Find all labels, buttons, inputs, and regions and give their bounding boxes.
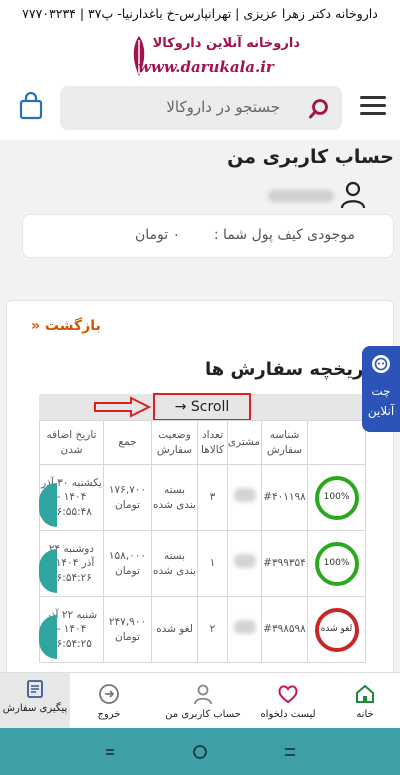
order-tracking-icon — [27, 680, 43, 698]
nav-wishlist[interactable]: لیست دلخواه — [250, 673, 326, 729]
logo-url: www.darukala.ir — [138, 58, 274, 76]
user-icon — [194, 684, 212, 705]
back-link[interactable]: بازگشت « — [31, 318, 101, 334]
logout-icon — [99, 684, 119, 704]
user-avatar-icon — [340, 181, 366, 209]
item-count: ۲ — [197, 596, 228, 663]
wallet-value: ۰ تومان — [135, 227, 181, 243]
nav-label: خانه — [356, 709, 374, 720]
order-total: ۲۴۷,۹۰۰ تومان — [103, 596, 152, 663]
order-total: ۱۷۶,۷۰۰ تومان — [103, 464, 152, 531]
chat-label-1: چت — [371, 384, 391, 398]
back-label: بازگشت — [44, 318, 101, 334]
nav-order-tracking[interactable]: پیگیری سفارش — [0, 673, 70, 729]
order-id: #۴۰۱۱۹۸ — [261, 464, 308, 531]
heart-icon — [278, 685, 298, 704]
customer-cell — [227, 596, 262, 663]
wallet-balance: موجودی کیف پول شما : ۰ تومان — [22, 214, 394, 258]
order-status: بسته بندی شده — [151, 464, 198, 531]
support-chat-icon — [372, 355, 390, 373]
nav-account[interactable]: حساب کاربری من — [160, 673, 246, 729]
table-row[interactable]: 100% #۳۹۹۳۵۴ ۱ بسته بندی شده ۱۵۸,۰۰۰ توم… — [39, 530, 366, 597]
order-history-title: تاریخچه سفارش ها — [205, 359, 377, 380]
nav-label: پیگیری سفارش — [2, 703, 68, 714]
system-navigation-bar — [0, 728, 400, 775]
scroll-hint: → Scroll — [153, 393, 251, 421]
column-header: جمع — [103, 420, 152, 465]
search-box[interactable]: جستجو در داروکالا — [60, 86, 342, 130]
column-header: تاریخ اضافه شدن — [39, 420, 104, 465]
nav-label: لیست دلخواه — [260, 709, 316, 720]
table-header-row: شناسه سفارش مشتری تعداد کالاها وضعیت سفا… — [39, 420, 366, 465]
column-header: شناسه سفارش — [261, 420, 308, 465]
site-logo[interactable]: داروخانه آنلاین داروکالا www.darukala.ir — [120, 32, 300, 82]
back-icon[interactable] — [100, 742, 120, 762]
column-header: وضعیت سفارش — [151, 420, 198, 465]
order-id: #۳۹۸۵۹۸ — [261, 596, 308, 663]
recent-apps-icon[interactable] — [280, 742, 300, 762]
orders-table: شناسه سفارش مشتری تعداد کالاها وضعیت سفا… — [39, 420, 366, 663]
double-chevron-icon: « — [31, 318, 41, 334]
order-status: بسته بندی شده — [151, 530, 198, 597]
store-address: داروخانه دکتر زهرا عزیزی | تهرانپارس-خ ب… — [22, 6, 378, 21]
top-bar: داروخانه دکتر زهرا عزیزی | تهرانپارس-خ ب… — [0, 0, 400, 140]
online-chat-button[interactable]: چت آنلاین — [362, 346, 400, 432]
order-status: لغو شده — [151, 596, 198, 663]
column-header-status — [307, 420, 366, 465]
customer-cell — [227, 464, 262, 531]
chat-label-2: آنلاین — [367, 404, 395, 418]
column-header: تعداد کالاها — [197, 420, 228, 465]
nav-logout[interactable]: خروج — [74, 673, 144, 729]
status-ring: 100% — [314, 541, 359, 586]
home-icon — [356, 684, 374, 703]
order-id: #۳۹۹۳۵۴ — [261, 530, 308, 597]
home-circle-icon[interactable] — [190, 742, 210, 762]
nav-label: خروج — [97, 709, 121, 720]
user-name-blurred — [268, 190, 334, 202]
table-row[interactable]: لغو شده #۳۹۸۵۹۸ ۲ لغو شده ۲۴۷,۹۰۰ تومان … — [39, 596, 366, 663]
red-arrow-icon — [94, 396, 152, 418]
nav-label: حساب کاربری من — [165, 709, 241, 720]
order-history-card: بازگشت « تاریخچه سفارش ها → Scroll شناسه… — [6, 300, 394, 690]
hamburger-menu-icon[interactable] — [360, 96, 386, 118]
wallet-label: موجودی کیف پول شما : — [213, 227, 355, 243]
column-header: مشتری — [227, 420, 262, 465]
status-ring: لغو شده — [314, 607, 359, 652]
page-title: حساب کاربری من — [227, 146, 394, 168]
logo-title: داروخانه آنلاین داروکالا — [152, 36, 300, 51]
status-ring: 100% — [314, 475, 359, 520]
table-row[interactable]: 100% #۴۰۱۱۹۸ ۳ بسته بندی شده ۱۷۶,۷۰۰ توم… — [39, 464, 366, 531]
order-total: ۱۵۸,۰۰۰ تومان — [103, 530, 152, 597]
item-count: ۳ — [197, 464, 228, 531]
customer-cell — [227, 530, 262, 597]
search-input[interactable]: جستجو در داروکالا — [166, 98, 280, 116]
shopping-bag-icon[interactable] — [18, 92, 44, 120]
search-icon[interactable] — [308, 98, 330, 120]
nav-home[interactable]: خانه — [330, 673, 400, 729]
bottom-navigation: خانه لیست دلخواه حساب کاربری من خروج پیگ… — [0, 672, 400, 729]
item-count: ۱ — [197, 530, 228, 597]
